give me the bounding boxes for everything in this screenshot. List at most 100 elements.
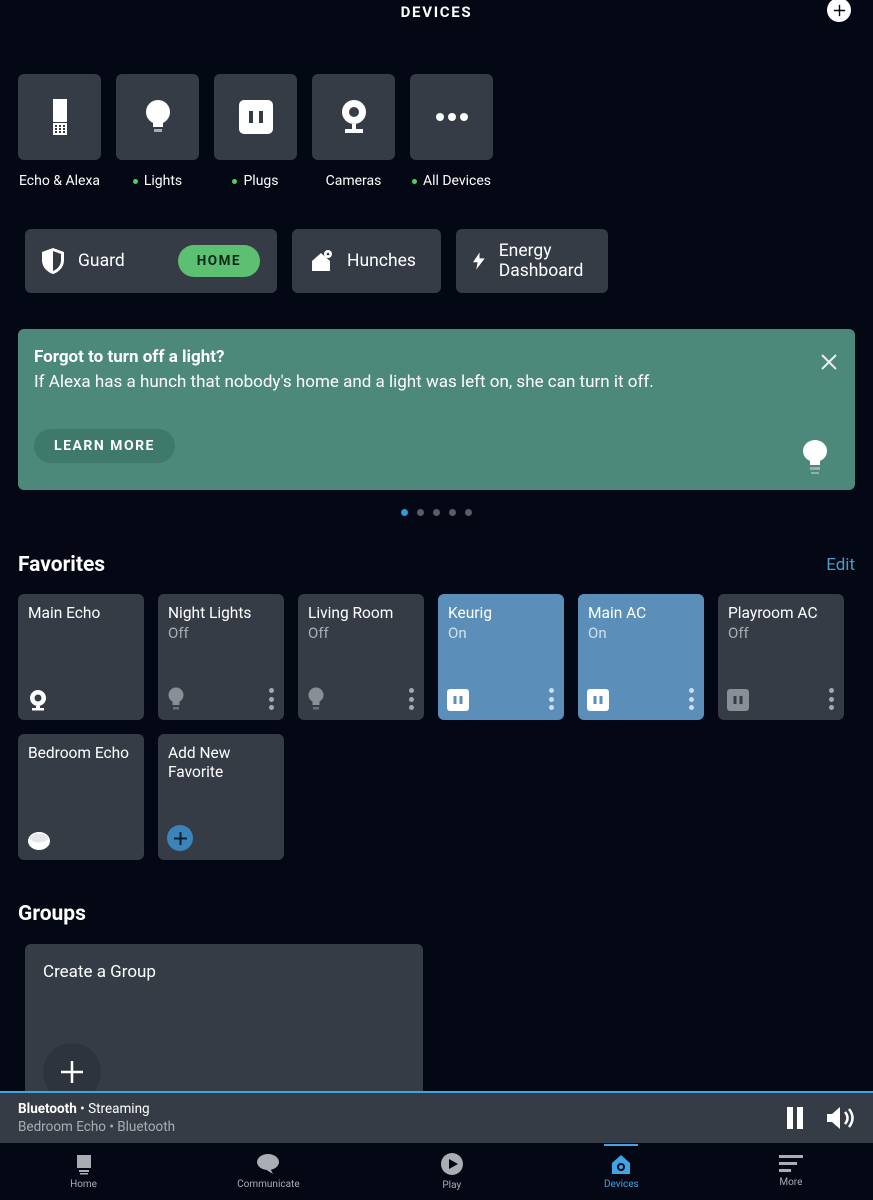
create-group-label: Create a Group [43, 962, 405, 982]
add-favorite-button[interactable]: Add New Favorite [158, 734, 284, 860]
camera-icon [338, 100, 370, 134]
plus-icon [831, 2, 848, 19]
volume-button[interactable] [827, 1106, 855, 1130]
chat-icon [256, 1153, 280, 1175]
category-tile [214, 74, 297, 160]
guard-label: Guard [78, 251, 125, 271]
carousel-dot[interactable] [433, 509, 440, 516]
more-lines-icon [779, 1155, 803, 1173]
more-icon [435, 112, 469, 122]
favorite-name: Keurig [448, 604, 554, 623]
favorite-menu-button[interactable] [269, 688, 274, 710]
guard-card[interactable]: Guard HOME [25, 229, 277, 293]
pause-button[interactable] [785, 1107, 805, 1129]
energy-label: Energy Dashboard [499, 241, 591, 281]
np-device: Bedroom Echo [18, 1119, 106, 1135]
favorite-menu-button[interactable] [549, 688, 554, 710]
page-title: DEVICES [401, 3, 473, 21]
device-categories: Echo & Alexa Lights Plugs [0, 24, 873, 189]
favorite-name: Add New Favorite [168, 744, 274, 783]
plus-icon [59, 1059, 85, 1085]
header: DEVICES [0, 0, 873, 24]
carousel-dot[interactable] [417, 509, 424, 516]
close-button[interactable] [820, 353, 838, 371]
favorite-status: Off [308, 624, 414, 642]
energy-dashboard-card[interactable]: Energy Dashboard [456, 229, 608, 293]
edit-favorites-link[interactable]: Edit [826, 555, 855, 575]
hunches-label: Hunches [347, 251, 416, 271]
np-via: Bluetooth [117, 1119, 175, 1135]
category-label: Lights [144, 173, 182, 189]
nav-play[interactable]: Play [440, 1152, 464, 1191]
carousel-dots[interactable] [0, 509, 873, 516]
echo-show-icon [27, 689, 49, 711]
echo-dot-icon [27, 831, 51, 851]
favorite-status: On [448, 624, 554, 642]
favorite-name: Main AC [588, 604, 694, 623]
plug-on-icon [587, 689, 609, 711]
favorite-menu-button[interactable] [829, 688, 834, 710]
category-label: All Devices [423, 173, 491, 189]
favorite-name: Night Lights [168, 604, 274, 623]
favorite-menu-button[interactable] [689, 688, 694, 710]
plus-icon [173, 831, 188, 846]
play-icon [440, 1152, 464, 1176]
nav-label: Home [70, 1179, 97, 1190]
nav-devices[interactable]: Devices [604, 1153, 639, 1190]
hunch-promo-card: Forgot to turn off a light? If Alexa has… [18, 329, 855, 490]
nav-home[interactable]: Home [70, 1153, 97, 1190]
echo-icon [49, 99, 71, 135]
category-plugs[interactable]: Plugs [214, 74, 297, 189]
favorite-status: Off [168, 624, 274, 642]
category-lights[interactable]: Lights [116, 74, 199, 189]
groups-title: Groups [18, 902, 86, 926]
nav-label: Devices [604, 1179, 639, 1190]
category-tile [312, 74, 395, 160]
bolt-icon [473, 248, 485, 274]
nav-label: Communicate [237, 1179, 299, 1190]
devices-icon [609, 1153, 633, 1175]
carousel-dot[interactable] [401, 509, 408, 516]
add-device-button[interactable] [827, 0, 851, 22]
favorite-keurig[interactable]: Keurig On [438, 594, 564, 720]
favorite-bedroom-echo[interactable]: Bedroom Echo [18, 734, 144, 860]
bulb-icon [143, 99, 173, 135]
category-tile [410, 74, 493, 160]
add-icon-circle [167, 825, 193, 851]
groups-header: Groups [0, 902, 873, 926]
favorite-playroom-ac[interactable]: Playroom AC Off [718, 594, 844, 720]
category-cameras[interactable]: Cameras [312, 74, 395, 189]
plug-icon [239, 100, 273, 134]
category-all-devices[interactable]: All Devices [410, 74, 493, 189]
favorite-name: Bedroom Echo [28, 744, 134, 763]
favorite-name: Main Echo [28, 604, 134, 623]
home-icon [73, 1153, 95, 1175]
favorite-main-echo[interactable]: Main Echo [18, 594, 144, 720]
learn-more-button[interactable]: LEARN MORE [34, 429, 175, 463]
category-echo-alexa[interactable]: Echo & Alexa [18, 74, 101, 189]
favorite-status: On [588, 624, 694, 642]
favorite-name: Playroom AC [728, 604, 834, 623]
carousel-dot[interactable] [465, 509, 472, 516]
favorite-night-lights[interactable]: Night Lights Off [158, 594, 284, 720]
category-label: Echo & Alexa [19, 173, 100, 189]
carousel-dot[interactable] [449, 509, 456, 516]
category-tile [18, 74, 101, 160]
status-dot-icon [133, 179, 138, 184]
hunch-body: If Alexa has a hunch that nobody's home … [34, 372, 839, 392]
status-dot-icon [232, 179, 237, 184]
favorite-main-ac[interactable]: Main AC On [578, 594, 704, 720]
category-label: Plugs [243, 173, 278, 189]
now-playing-bar[interactable]: Bluetooth • Streaming Bedroom Echo • Blu… [0, 1091, 873, 1143]
favorite-living-room[interactable]: Living Room Off [298, 594, 424, 720]
hunch-title: Forgot to turn off a light? [34, 347, 839, 367]
nav-more[interactable]: More [779, 1155, 803, 1188]
nav-communicate[interactable]: Communicate [237, 1153, 299, 1190]
now-playing-text: Bluetooth • Streaming Bedroom Echo • Blu… [18, 1100, 175, 1136]
favorite-menu-button[interactable] [409, 688, 414, 710]
plug-off-icon [727, 689, 749, 711]
status-dot-icon [412, 179, 417, 184]
category-tile [116, 74, 199, 160]
bulb-icon [801, 440, 829, 476]
hunches-card[interactable]: Hunches [292, 229, 441, 293]
